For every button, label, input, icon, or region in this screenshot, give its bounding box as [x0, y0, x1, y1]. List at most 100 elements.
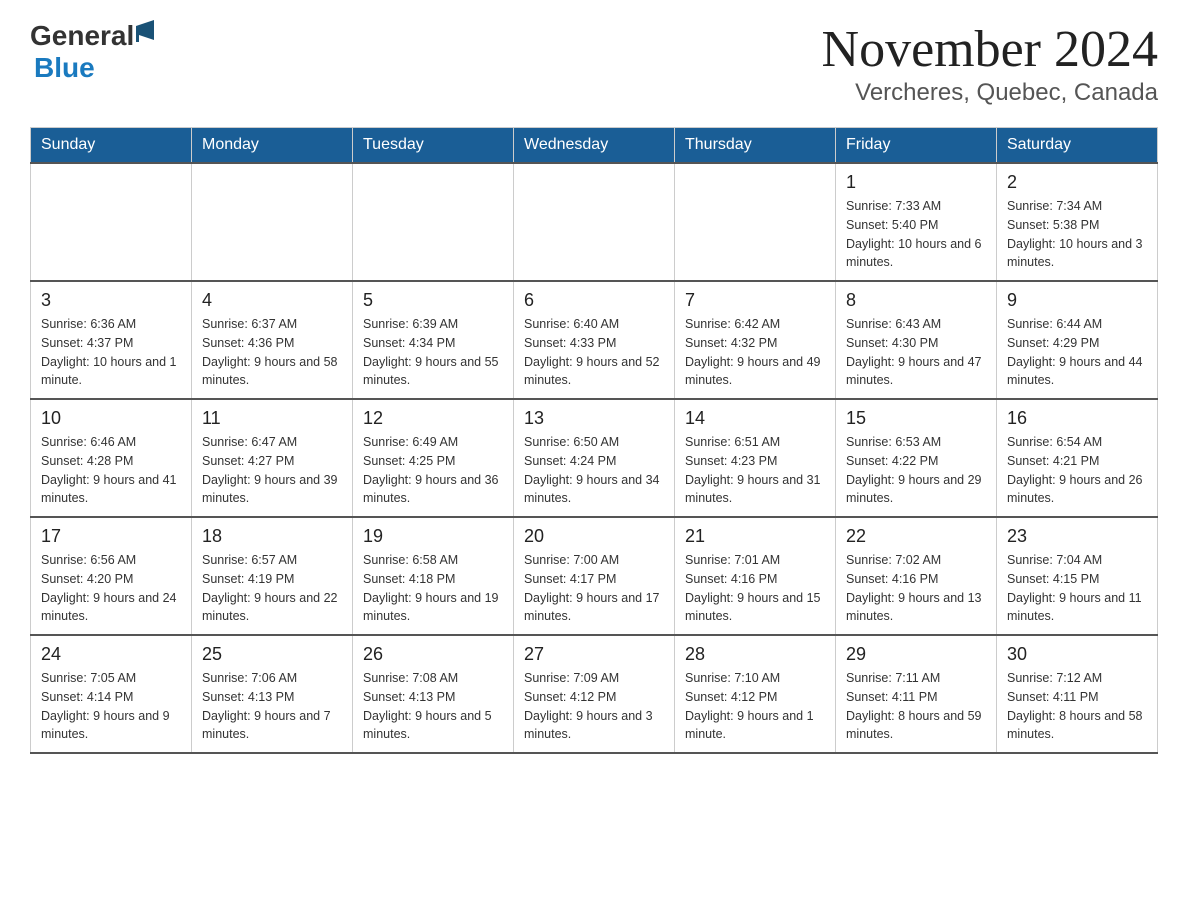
calendar-subtitle: Vercheres, Quebec, Canada — [822, 79, 1158, 107]
table-row — [514, 163, 675, 281]
day-info: Sunrise: 7:10 AM Sunset: 4:12 PM Dayligh… — [685, 669, 825, 744]
day-number: 22 — [846, 526, 986, 547]
table-row: 13Sunrise: 6:50 AM Sunset: 4:24 PM Dayli… — [514, 399, 675, 517]
table-row — [353, 163, 514, 281]
table-row: 17Sunrise: 6:56 AM Sunset: 4:20 PM Dayli… — [31, 517, 192, 635]
day-info: Sunrise: 7:00 AM Sunset: 4:17 PM Dayligh… — [524, 551, 664, 626]
table-row — [192, 163, 353, 281]
day-info: Sunrise: 6:42 AM Sunset: 4:32 PM Dayligh… — [685, 315, 825, 390]
header-friday: Friday — [836, 128, 997, 164]
table-row: 22 Sunrise: 7:02 AM Sunset: 4:16 PM Dayli… — [836, 517, 997, 635]
table-row: 28 Sunrise: 7:10 AM Sunset: 4:12 PM Dayli… — [675, 635, 836, 753]
day-number: 19 — [363, 526, 503, 547]
day-number: 27 — [524, 644, 664, 665]
table-row: 14 Sunrise: 6:51 AM Sunset: 4:23 PM Dayli… — [675, 399, 836, 517]
day-number: 1 — [846, 172, 986, 193]
day-info: Sunrise: 7:04 AM Sunset: 4:15 PM Dayligh… — [1007, 551, 1147, 626]
day-number: 2 — [1007, 172, 1147, 193]
table-row: 11 Sunrise: 6:47 AM Sunset: 4:27 PM Dayli… — [192, 399, 353, 517]
day-number: 20 — [524, 526, 664, 547]
logo-general-text: General — [30, 20, 134, 52]
calendar-week-row: 1Sunrise: 7:33 AM Sunset: 5:40 PM Daylig… — [31, 163, 1158, 281]
day-number: 9 — [1007, 290, 1147, 311]
table-row: 26Sunrise: 7:08 AM Sunset: 4:13 PM Dayli… — [353, 635, 514, 753]
table-row: 4 Sunrise: 6:37 AM Sunset: 4:36 PM Daylig… — [192, 281, 353, 399]
day-info: Sunrise: 6:58 AM Sunset: 4:18 PM Dayligh… — [363, 551, 503, 626]
calendar-week-row: 24Sunrise: 7:05 AM Sunset: 4:14 PM Dayli… — [31, 635, 1158, 753]
day-info: Sunrise: 7:11 AM Sunset: 4:11 PM Dayligh… — [846, 669, 986, 744]
calendar-week-row: 17Sunrise: 6:56 AM Sunset: 4:20 PM Dayli… — [31, 517, 1158, 635]
table-row: 15Sunrise: 6:53 AM Sunset: 4:22 PM Dayli… — [836, 399, 997, 517]
day-info: Sunrise: 6:53 AM Sunset: 4:22 PM Dayligh… — [846, 433, 986, 508]
day-info: Sunrise: 6:37 AM Sunset: 4:36 PM Dayligh… — [202, 315, 342, 390]
day-info: Sunrise: 6:40 AM Sunset: 4:33 PM Dayligh… — [524, 315, 664, 390]
table-row: 1Sunrise: 7:33 AM Sunset: 5:40 PM Daylig… — [836, 163, 997, 281]
day-info: Sunrise: 7:01 AM Sunset: 4:16 PM Dayligh… — [685, 551, 825, 626]
day-info: Sunrise: 6:39 AM Sunset: 4:34 PM Dayligh… — [363, 315, 503, 390]
table-row: 23Sunrise: 7:04 AM Sunset: 4:15 PM Dayli… — [997, 517, 1158, 635]
table-row: 5Sunrise: 6:39 AM Sunset: 4:34 PM Daylig… — [353, 281, 514, 399]
logo-flag-icon — [136, 20, 164, 48]
day-info: Sunrise: 6:54 AM Sunset: 4:21 PM Dayligh… — [1007, 433, 1147, 508]
day-number: 30 — [1007, 644, 1147, 665]
day-info: Sunrise: 6:36 AM Sunset: 4:37 PM Dayligh… — [41, 315, 181, 390]
table-row: 29 Sunrise: 7:11 AM Sunset: 4:11 PM Dayli… — [836, 635, 997, 753]
logo: General Blue — [30, 20, 164, 84]
header-wednesday: Wednesday — [514, 128, 675, 164]
day-number: 10 — [41, 408, 181, 429]
table-row — [675, 163, 836, 281]
day-info: Sunrise: 6:46 AM Sunset: 4:28 PM Dayligh… — [41, 433, 181, 508]
calendar-week-row: 10 Sunrise: 6:46 AM Sunset: 4:28 PM Dayli… — [31, 399, 1158, 517]
table-row: 2Sunrise: 7:34 AM Sunset: 5:38 PM Daylig… — [997, 163, 1158, 281]
header-thursday: Thursday — [675, 128, 836, 164]
page-header: General Blue November 2024 Vercheres, Qu… — [30, 20, 1158, 107]
table-row: 27 Sunrise: 7:09 AM Sunset: 4:12 PM Dayli… — [514, 635, 675, 753]
table-row: 20 Sunrise: 7:00 AM Sunset: 4:17 PM Dayli… — [514, 517, 675, 635]
day-info: Sunrise: 6:49 AM Sunset: 4:25 PM Dayligh… — [363, 433, 503, 508]
table-row: 7 Sunrise: 6:42 AM Sunset: 4:32 PM Daylig… — [675, 281, 836, 399]
header-sunday: Sunday — [31, 128, 192, 164]
day-number: 21 — [685, 526, 825, 547]
day-number: 12 — [363, 408, 503, 429]
day-number: 7 — [685, 290, 825, 311]
table-row: 8Sunrise: 6:43 AM Sunset: 4:30 PM Daylig… — [836, 281, 997, 399]
day-number: 24 — [41, 644, 181, 665]
day-number: 14 — [685, 408, 825, 429]
table-row: 16 Sunrise: 6:54 AM Sunset: 4:21 PM Dayli… — [997, 399, 1158, 517]
day-info: Sunrise: 6:50 AM Sunset: 4:24 PM Dayligh… — [524, 433, 664, 508]
table-row: 12 Sunrise: 6:49 AM Sunset: 4:25 PM Dayli… — [353, 399, 514, 517]
table-row: 9 Sunrise: 6:44 AM Sunset: 4:29 PM Daylig… — [997, 281, 1158, 399]
day-number: 25 — [202, 644, 342, 665]
day-info: Sunrise: 6:51 AM Sunset: 4:23 PM Dayligh… — [685, 433, 825, 508]
table-row: 10 Sunrise: 6:46 AM Sunset: 4:28 PM Dayli… — [31, 399, 192, 517]
logo-blue-text: Blue — [34, 52, 95, 84]
day-info: Sunrise: 6:43 AM Sunset: 4:30 PM Dayligh… — [846, 315, 986, 390]
day-number: 4 — [202, 290, 342, 311]
calendar-title: November 2024 — [822, 20, 1158, 79]
table-row: 18Sunrise: 6:57 AM Sunset: 4:19 PM Dayli… — [192, 517, 353, 635]
calendar-header-row: Sunday Monday Tuesday Wednesday Thursday… — [31, 128, 1158, 164]
day-number: 11 — [202, 408, 342, 429]
day-info: Sunrise: 7:09 AM Sunset: 4:12 PM Dayligh… — [524, 669, 664, 744]
day-info: Sunrise: 7:08 AM Sunset: 4:13 PM Dayligh… — [363, 669, 503, 744]
day-number: 6 — [524, 290, 664, 311]
table-row: 19 Sunrise: 6:58 AM Sunset: 4:18 PM Dayli… — [353, 517, 514, 635]
day-number: 16 — [1007, 408, 1147, 429]
day-info: Sunrise: 6:44 AM Sunset: 4:29 PM Dayligh… — [1007, 315, 1147, 390]
day-info: Sunrise: 7:02 AM Sunset: 4:16 PM Dayligh… — [846, 551, 986, 626]
table-row: 3 Sunrise: 6:36 AM Sunset: 4:37 PM Daylig… — [31, 281, 192, 399]
calendar-table: Sunday Monday Tuesday Wednesday Thursday… — [30, 127, 1158, 754]
day-info: Sunrise: 6:57 AM Sunset: 4:19 PM Dayligh… — [202, 551, 342, 626]
day-info: Sunrise: 7:12 AM Sunset: 4:11 PM Dayligh… — [1007, 669, 1147, 744]
header-monday: Monday — [192, 128, 353, 164]
calendar-week-row: 3 Sunrise: 6:36 AM Sunset: 4:37 PM Daylig… — [31, 281, 1158, 399]
header-tuesday: Tuesday — [353, 128, 514, 164]
day-info: Sunrise: 6:47 AM Sunset: 4:27 PM Dayligh… — [202, 433, 342, 508]
title-block: November 2024 Vercheres, Quebec, Canada — [822, 20, 1158, 107]
day-number: 28 — [685, 644, 825, 665]
day-info: Sunrise: 7:06 AM Sunset: 4:13 PM Dayligh… — [202, 669, 342, 744]
day-number: 29 — [846, 644, 986, 665]
day-info: Sunrise: 6:56 AM Sunset: 4:20 PM Dayligh… — [41, 551, 181, 626]
day-number: 3 — [41, 290, 181, 311]
table-row: 25 Sunrise: 7:06 AM Sunset: 4:13 PM Dayli… — [192, 635, 353, 753]
